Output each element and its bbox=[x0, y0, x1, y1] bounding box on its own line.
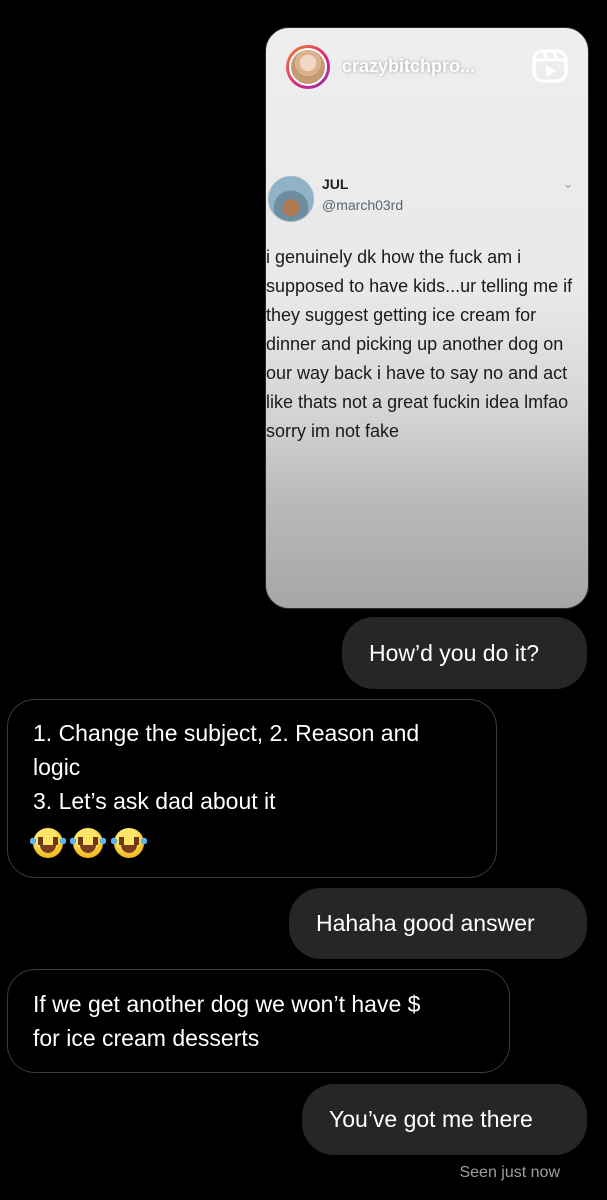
emoji-row bbox=[30, 824, 496, 858]
tweet-text: i genuinely dk how the fuck am i suppose… bbox=[266, 247, 573, 441]
message-line: 1. Change the subject, 2. Reason and bbox=[33, 720, 420, 746]
face-with-tears-of-joy-icon bbox=[70, 827, 107, 858]
seen-status: Seen just now bbox=[459, 1164, 560, 1181]
message-bubble-received[interactable]: If we get another dog we won’t have $ fo… bbox=[7, 969, 510, 1073]
reel-header: crazybitchpro... bbox=[286, 44, 572, 94]
message-bubble-received[interactable]: 1. Change the subject, 2. Reason and log… bbox=[7, 699, 497, 878]
message-text: You’ve got me there bbox=[329, 1106, 533, 1132]
message-text: Hahaha good answer bbox=[316, 910, 535, 936]
reel-author-avatar[interactable] bbox=[286, 45, 330, 89]
message-bubble-sent[interactable]: How’d you do it? bbox=[342, 617, 587, 689]
tweet-avatar bbox=[268, 176, 314, 222]
message-line: 3. Let’s ask dad about it bbox=[33, 788, 276, 814]
face-with-tears-of-joy-icon bbox=[30, 827, 66, 858]
message-line: for ice cream desserts bbox=[33, 1025, 260, 1051]
reel-author-username[interactable]: crazybitchpro... bbox=[342, 56, 522, 77]
reels-icon bbox=[532, 49, 568, 83]
message-line: logic bbox=[33, 754, 81, 780]
shared-reel-card[interactable]: crazybitchpro... JUL @march03rd ⌄ i genu… bbox=[265, 27, 589, 609]
tweet-display-name: JUL bbox=[322, 176, 349, 192]
message-bubble-sent[interactable]: You’ve got me there bbox=[302, 1084, 587, 1155]
tweet-handle: @march03rd bbox=[322, 197, 404, 213]
face-with-tears-of-joy-icon bbox=[110, 827, 147, 858]
more-icon: ⌄ bbox=[562, 175, 574, 191]
message-text: How’d you do it? bbox=[369, 640, 540, 666]
message-bubble-sent[interactable]: Hahaha good answer bbox=[289, 888, 587, 959]
message-line: If we get another dog we won’t have $ bbox=[33, 991, 421, 1017]
